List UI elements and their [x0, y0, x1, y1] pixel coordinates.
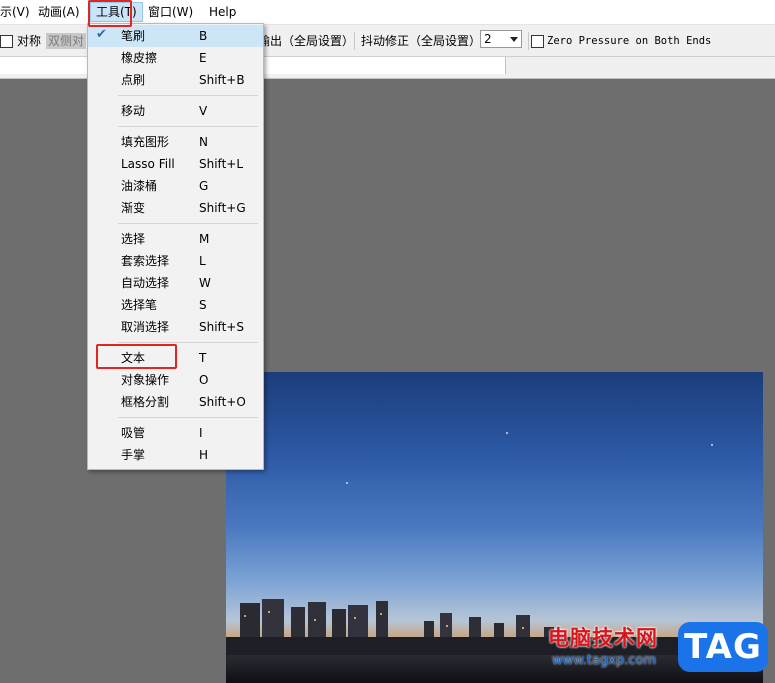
menu-item-label: 自动选择	[121, 276, 170, 290]
tag-logo: TAG	[678, 622, 768, 672]
menu-item-shortcut: M	[199, 232, 210, 246]
star-dot	[346, 482, 348, 484]
menu-item-label: 对象操作	[121, 373, 170, 387]
menu-item-frame-split[interactable]: 框格分割 Shift+O	[88, 391, 263, 413]
menu-item-shortcut: O	[199, 373, 209, 387]
menu-item-move[interactable]: 移动 V	[88, 100, 263, 122]
menu-item-dot-brush[interactable]: 点刷 Shift+B	[88, 69, 263, 91]
menu-item-label: 渐变	[121, 201, 146, 215]
menu-item-shortcut: T	[199, 351, 207, 365]
menu-separator	[118, 417, 258, 418]
menu-item-label: 橡皮擦	[121, 51, 158, 65]
menu-item-paint-bucket[interactable]: 油漆桶 G	[88, 175, 263, 197]
menu-item-deselect[interactable]: 取消选择 Shift+S	[88, 316, 263, 338]
stabilizer-label: 抖动修正（全局设置）	[361, 34, 482, 48]
menu-view[interactable]: 示(V)	[0, 4, 30, 20]
menu-separator	[118, 342, 258, 343]
menu-item-label: Lasso Fill	[121, 157, 175, 171]
menu-item-shortcut: S	[199, 298, 207, 312]
zero-pressure-checkbox[interactable]	[531, 35, 544, 48]
output-setting-label: 输出（全局设置）	[258, 34, 355, 48]
stabilizer-select[interactable]: 2	[480, 30, 522, 48]
menu-item-shortcut: Shift+L	[199, 157, 244, 171]
menu-item-label: 选择	[121, 232, 146, 246]
menu-item-shortcut: I	[199, 426, 203, 440]
zero-pressure-label: Zero Pressure on Both Ends	[547, 35, 712, 47]
menu-animation[interactable]: 动画(A)	[38, 4, 80, 20]
menu-item-label: 填充图形	[121, 135, 170, 149]
toolbar-divider	[528, 32, 529, 50]
menu-item-label: 取消选择	[121, 320, 170, 334]
menu-item-shortcut: B	[199, 29, 208, 43]
dual-side-option[interactable]: 双侧对	[46, 33, 87, 49]
menu-item-shortcut: V	[199, 104, 208, 118]
menu-item-object-operation[interactable]: 对象操作 O	[88, 369, 263, 391]
menu-item-hand[interactable]: 手掌 H	[88, 444, 263, 466]
menu-item-shortcut: Shift+B	[199, 73, 245, 87]
menu-item-select[interactable]: 选择 M	[88, 228, 263, 250]
menu-item-label: 点刷	[121, 73, 146, 87]
menu-item-label: 选择笔	[121, 298, 158, 312]
watermark-site-name: 电脑技术网	[548, 626, 658, 650]
checkmark-icon: ✔	[96, 27, 107, 42]
menu-item-shortcut: H	[199, 448, 209, 462]
symmetry-checkbox[interactable]	[0, 35, 13, 48]
toolbar-divider	[354, 32, 355, 50]
star-dot	[506, 432, 508, 434]
menu-separator	[118, 95, 258, 96]
chevron-down-icon	[510, 37, 518, 42]
menu-help[interactable]: Help	[209, 4, 236, 20]
menu-item-lasso-fill[interactable]: Lasso Fill Shift+L	[88, 153, 263, 175]
menu-item-brush[interactable]: ✔ 笔刷 B	[88, 25, 263, 47]
stabilizer-value: 2	[484, 32, 492, 46]
menu-item-select-pen[interactable]: 选择笔 S	[88, 294, 263, 316]
menu-item-shortcut: W	[199, 276, 211, 290]
menu-item-label: 吸管	[121, 426, 146, 440]
menu-item-eyedropper[interactable]: 吸管 I	[88, 422, 263, 444]
menu-item-shortcut: N	[199, 135, 208, 149]
menu-item-label: 笔刷	[121, 29, 146, 43]
symmetry-label: 对称	[17, 34, 42, 48]
menu-item-lasso-select[interactable]: 套索选择 L	[88, 250, 263, 272]
menu-item-gradient[interactable]: 渐变 Shift+G	[88, 197, 263, 219]
menu-separator	[118, 223, 258, 224]
menu-item-eraser[interactable]: 橡皮擦 E	[88, 47, 263, 69]
menu-item-label: 手掌	[121, 448, 146, 462]
menu-item-label: 套索选择	[121, 254, 170, 268]
menu-separator	[118, 126, 258, 127]
watermark-url: www.tagxp.com	[552, 653, 656, 668]
tools-dropdown-menu: ✔ 笔刷 B 橡皮擦 E 点刷 Shift+B 移动 V 填充图形 N Lass…	[87, 23, 264, 470]
menu-item-label: 框格分割	[121, 395, 170, 409]
menu-item-label: 油漆桶	[121, 179, 158, 193]
menu-item-shortcut: E	[199, 51, 207, 65]
menu-item-shortcut: Shift+S	[199, 320, 244, 334]
highlight-box-tools-menu	[88, 0, 132, 27]
menu-item-fill-shape[interactable]: 填充图形 N	[88, 131, 263, 153]
menu-window[interactable]: 窗口(W)	[148, 4, 193, 20]
highlight-box-text-item	[96, 344, 177, 369]
menu-item-shortcut: Shift+O	[199, 395, 246, 409]
menu-item-label: 移动	[121, 104, 146, 118]
menu-item-shortcut: L	[199, 254, 206, 268]
menu-item-shortcut: Shift+G	[199, 201, 246, 215]
star-dot	[711, 444, 713, 446]
menu-item-auto-select[interactable]: 自动选择 W	[88, 272, 263, 294]
menu-item-shortcut: G	[199, 179, 209, 193]
